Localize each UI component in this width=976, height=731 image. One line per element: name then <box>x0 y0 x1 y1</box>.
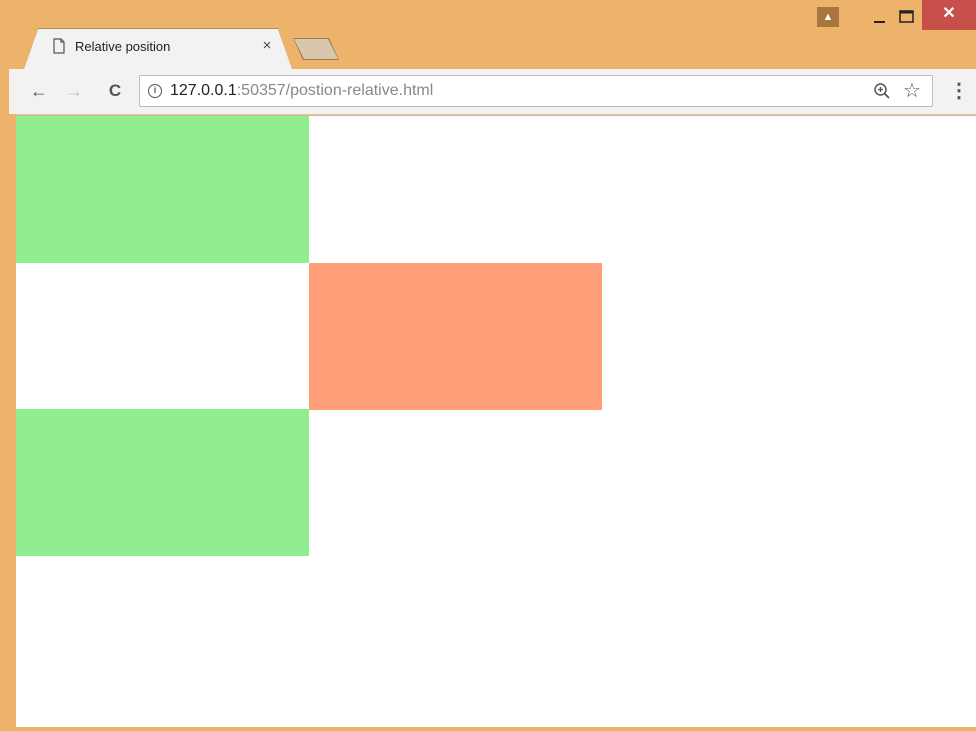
menu-icon[interactable]: ⋮ <box>949 79 969 103</box>
orange-box-relative <box>309 263 602 410</box>
tab-title: Relative position <box>75 39 171 54</box>
reload-button[interactable]: C <box>103 79 127 103</box>
site-info-icon[interactable]: i <box>148 84 162 98</box>
browser-window: Relative position × ▲ ✕ ← → C i 127.0.0.… <box>0 0 976 731</box>
green-box-1 <box>16 116 309 263</box>
window-frame-left <box>9 114 16 731</box>
profile-icon[interactable]: ▲ <box>817 7 839 27</box>
window-frame-bottom <box>9 727 976 731</box>
page-content <box>16 116 976 727</box>
window-close-button[interactable]: ✕ <box>922 0 976 30</box>
back-button[interactable]: ← <box>27 79 51 103</box>
bookmark-star-icon[interactable]: ☆ <box>903 79 921 103</box>
forward-button[interactable]: → <box>62 79 86 103</box>
page-icon <box>53 38 65 54</box>
url-host: 127.0.0.1 <box>170 82 237 99</box>
tab-close-icon[interactable]: × <box>258 37 276 55</box>
minimize-icon[interactable] <box>866 6 892 28</box>
new-tab-button[interactable] <box>294 39 338 59</box>
maximize-icon[interactable] <box>893 6 919 28</box>
zoom-icon[interactable] <box>873 82 891 100</box>
url-path: :50357/postion-relative.html <box>236 82 434 99</box>
tab-strip: Relative position × ▲ ✕ <box>0 0 976 69</box>
green-box-2 <box>16 409 309 556</box>
url-text[interactable]: 127.0.0.1:50357/postion-relative.html <box>170 82 433 100</box>
